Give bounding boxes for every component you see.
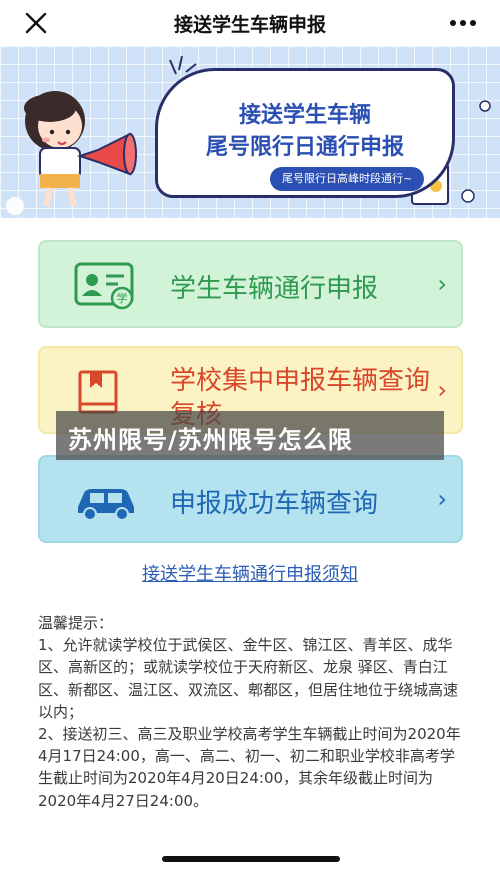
overlay-caption-text: 苏州限号/苏州限号怎么限 xyxy=(68,426,353,454)
page-title: 接送学生车辆申报 xyxy=(173,14,326,36)
menu-item-label: 学生车辆通行申报 xyxy=(170,274,379,304)
tips-item-2: 2、接送初三、高三及职业学校高考学生车辆截止时间为2020年4月17日24:00… xyxy=(38,725,461,810)
home-indicator xyxy=(162,856,340,862)
menu-item-student-vehicle-apply[interactable]: 学 学生车辆通行申报 › xyxy=(38,240,463,328)
tips-item-1: 1、允许就读学校位于武侯区、金牛区、锦江区、青羊区、成华区、高新区的；或就读学校… xyxy=(38,636,459,721)
more-icon[interactable] xyxy=(448,12,478,34)
tips-section: 温馨提示： 1、允许就读学校位于武侯区、金牛区、锦江区、青羊区、成华区、高新区的… xyxy=(38,612,466,812)
top-nav-bar: 接送学生车辆申报 xyxy=(0,0,500,46)
chevron-right-icon: › xyxy=(437,376,447,404)
student-id-card-icon: 学 xyxy=(74,262,134,310)
svg-text:学: 学 xyxy=(117,291,128,305)
overlay-caption: 苏州限号/苏州限号怎么限 xyxy=(56,411,444,460)
car-icon xyxy=(78,489,134,521)
menu-item-approved-vehicle-query[interactable]: 申报成功车辆查询 › xyxy=(38,455,463,543)
book-icon xyxy=(78,370,118,414)
banner-card: 接送学生车辆 尾号限行日通行申报 尾号限行日高峰时段通行~ xyxy=(155,68,455,198)
chevron-right-icon: › xyxy=(437,485,447,513)
girl-megaphone-illustration xyxy=(24,91,137,207)
banner-title-line2: 尾号限行日通行申报 xyxy=(205,135,404,160)
tips-heading: 温馨提示： xyxy=(38,614,114,632)
chevron-right-icon: › xyxy=(437,270,447,298)
apply-notice-link[interactable]: 接送学生车辆通行申报须知 xyxy=(0,560,500,586)
banner-subtitle-pill: 尾号限行日高峰时段通行~ xyxy=(270,167,425,191)
banner-title-line1: 接送学生车辆 xyxy=(238,103,371,128)
menu-item-label: 申报成功车辆查询 xyxy=(170,489,379,519)
promo-banner: 接送学生车辆 尾号限行日通行申报 尾号限行日高峰时段通行~ xyxy=(0,46,500,218)
